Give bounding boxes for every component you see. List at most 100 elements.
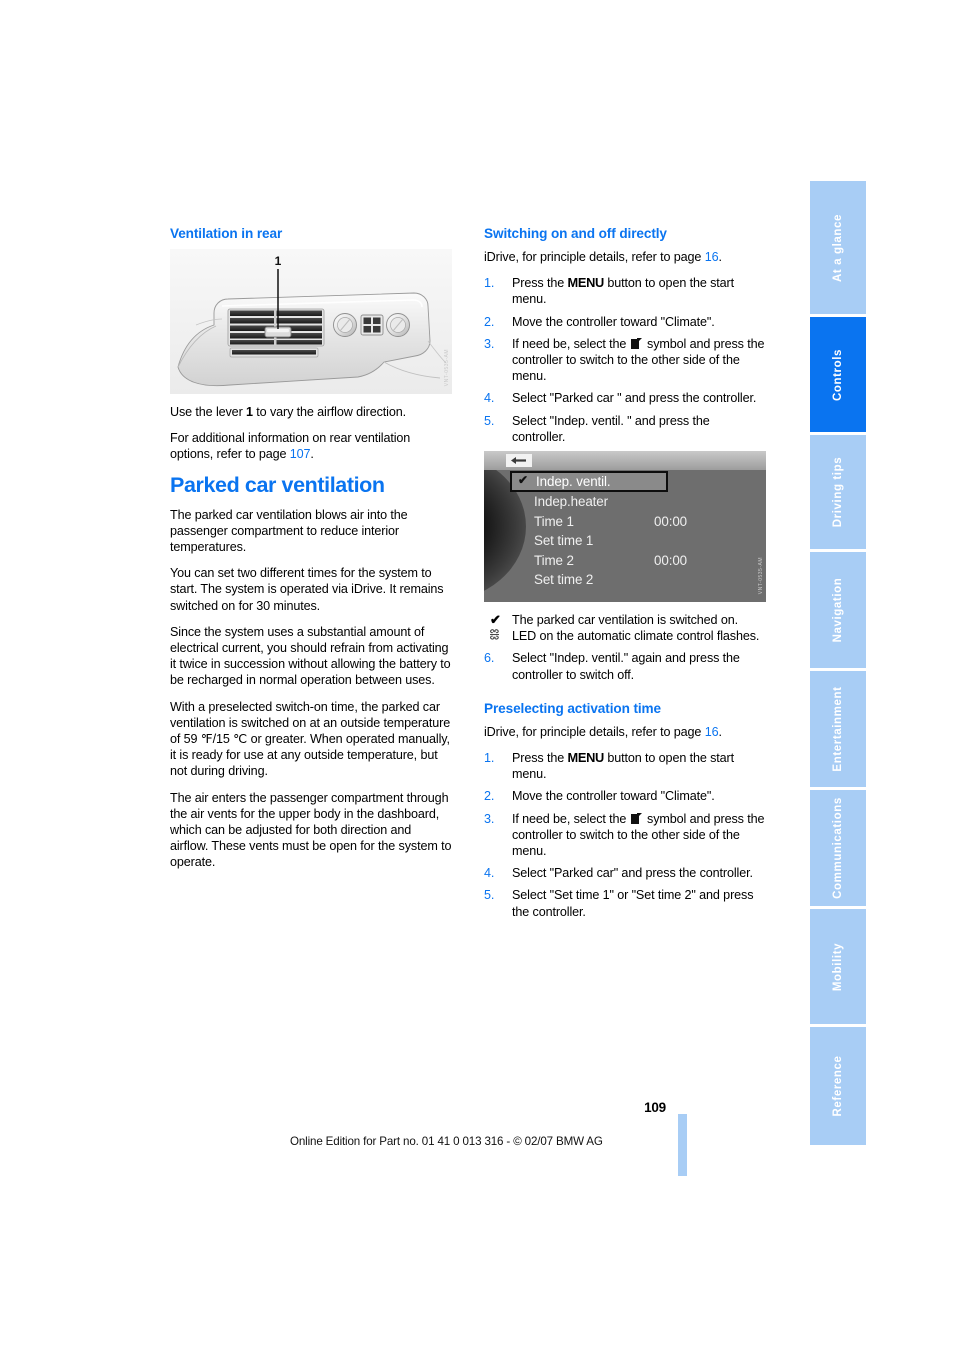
idrive-menu-item-indep-heater[interactable]: Indep.heater	[512, 492, 766, 512]
step-text: Select "Set time 1" or "Set time 2" and …	[512, 888, 754, 919]
idrive-menu-item-time-1[interactable]: Time 1 00:00	[512, 512, 766, 532]
lever-number: 1	[246, 405, 253, 419]
idrive-menu-item-time-2[interactable]: Time 2 00:00	[512, 551, 766, 571]
step-number: 5.	[484, 888, 495, 903]
step-item: 1. Press the MENU button to open the sta…	[484, 750, 766, 782]
idrive-item-label: Indep.heater	[534, 494, 608, 510]
section-tab-navigation[interactable]: Navigation	[810, 552, 866, 668]
idrive-reference-1: iDrive, for principle details, refer to …	[484, 249, 766, 265]
text-fragment: If need be, select the	[512, 336, 630, 351]
step-item: 2. Move the controller toward "Climate".	[484, 788, 766, 804]
section-tab-label: Reference	[832, 1055, 844, 1117]
left-column: Ventilation in rear 1 VNT-0535-AM Use th…	[170, 226, 452, 881]
section-tab-label: Controls	[832, 348, 844, 401]
step-text: Select "Indep. ventil. " and press the c…	[512, 413, 710, 444]
section-tab-label: At a glance	[832, 213, 844, 282]
checkmark-icon: ✔	[490, 612, 501, 628]
idrive-menu-item-indep-ventil[interactable]: ✔ Indep. ventil.	[510, 471, 668, 493]
step-item: 3. If need be, select the symbol and pre…	[484, 336, 766, 385]
svg-text:1: 1	[275, 254, 282, 268]
page-reference-16[interactable]: 16	[705, 250, 719, 264]
section-tab-reference[interactable]: Reference	[810, 1027, 866, 1145]
steps-switch-off: 6. Select "Indep. ventil." again and pre…	[484, 650, 766, 682]
checkmark-icon: ✔	[518, 473, 528, 488]
idrive-item-label: Set time 2	[534, 572, 594, 588]
text-fragment: .	[310, 447, 314, 462]
step-item: 6. Select "Indep. ventil." again and pre…	[484, 650, 766, 682]
step-number: 6.	[484, 651, 495, 666]
manual-page: At a glance Controls Driving tips Navigatio…	[0, 0, 954, 1351]
step-text: Move the controller toward "Climate".	[512, 314, 715, 329]
switch-side-symbol-icon	[630, 337, 643, 350]
figure-rear-ventilation-vent: 1 VNT-0535-AM	[170, 249, 452, 394]
text-fragment: Press the	[512, 751, 568, 766]
idrive-menu-item-set-time-2[interactable]: Set time 2	[512, 570, 766, 590]
step-item: 2. Move the controller toward "Climate".	[484, 314, 766, 330]
step-text: Move the controller toward "Climate".	[512, 789, 715, 804]
result-note-led: LED on the automatic climate control fla…	[484, 628, 766, 644]
steps-switching-on-off: 1. Press the MENU button to open the sta…	[484, 275, 766, 445]
idrive-item-label: Time 1	[534, 513, 574, 529]
result-note-checkmark: ✔ The parked car ventilation is switched…	[484, 612, 766, 628]
step-number: 4.	[484, 391, 495, 406]
text-fragment: Press the	[512, 276, 568, 291]
back-arrow-icon[interactable]	[506, 454, 532, 468]
idrive-menu-list: ✔ Indep. ventil. Indep.heater Time 1 00:…	[510, 471, 766, 590]
idrive-menu-item-set-time-1[interactable]: Set time 1	[512, 531, 766, 551]
section-tab-at-a-glance[interactable]: At a glance	[810, 181, 866, 314]
step-number: 2.	[484, 789, 495, 804]
heading-preselecting-activation-time: Preselecting activation time	[484, 700, 662, 716]
text-fragment: iDrive, for principle details, refer to …	[484, 724, 705, 739]
text-fragment: .	[718, 250, 722, 264]
step-number: 2.	[484, 314, 495, 329]
section-tab-entertainment[interactable]: Entertainment	[810, 671, 866, 787]
heading-ventilation-in-rear: Ventilation in rear	[170, 226, 283, 241]
section-tab-strip: At a glance Controls Driving tips Navigatio…	[810, 181, 866, 1148]
section-tab-mobility[interactable]: Mobility	[810, 909, 866, 1024]
page-title-parked-car-ventilation: Parked car ventilation	[170, 472, 385, 497]
section-tab-label: Entertainment	[832, 686, 844, 772]
text-fragment: If need be, select the	[512, 811, 630, 826]
result-note-text: LED on the automatic climate control fla…	[512, 629, 760, 644]
body-paragraph-2: You can set two different times for the …	[170, 566, 444, 613]
page-number: 109	[644, 1100, 666, 1115]
step-item: 3. If need be, select the symbol and pre…	[484, 811, 766, 860]
step-text: Select "Parked car " and press the contr…	[512, 391, 757, 406]
body-paragraph-4: With a preselected switch-on time, the p…	[170, 699, 451, 779]
section-tab-controls[interactable]: Controls	[810, 317, 866, 432]
text-fragment: iDrive, for principle details, refer to …	[484, 250, 705, 264]
step-text: Select "Indep. ventil." again and press …	[512, 651, 740, 682]
step-number: 3.	[484, 336, 495, 351]
section-tab-label: Driving tips	[832, 456, 844, 528]
section-tab-driving-tips[interactable]: Driving tips	[810, 435, 866, 549]
step-number: 1.	[484, 751, 495, 766]
figure-idrive-parked-car-menu: ✔ Indep. ventil. Indep.heater Time 1 00:…	[484, 451, 766, 603]
step-text: Select "Parked car" and press the contro…	[512, 866, 753, 881]
page-reference-16[interactable]: 16	[705, 725, 719, 739]
section-tab-label: Navigation	[832, 577, 844, 643]
paragraph-rear-ventilation-reference: For additional information on rear venti…	[170, 430, 452, 462]
rear-vent-illustration: 1	[170, 249, 452, 394]
right-column: Switching on and off directly iDrive, fo…	[484, 226, 766, 926]
body-paragraph-1: The parked car ventilation blows air int…	[170, 507, 408, 555]
step-item: 1. Press the MENU button to open the sta…	[484, 275, 766, 307]
section-tab-communications[interactable]: Communications	[810, 790, 866, 906]
page-reference-107[interactable]: 107	[290, 447, 311, 461]
result-note-text: The parked car ventilation is switched o…	[512, 613, 738, 628]
idrive-item-label: Indep. ventil.	[536, 474, 611, 490]
step-number: 4.	[484, 866, 495, 881]
text-fragment: .	[718, 724, 722, 739]
figure-credit: VNT-0535-AM	[444, 348, 450, 386]
text-fragment: Use the lever	[170, 405, 247, 419]
idrive-top-bar	[484, 451, 766, 471]
step-item: 4. Select "Parked car" and press the con…	[484, 865, 766, 881]
step-number: 3.	[484, 811, 495, 826]
step-item: 4. Select "Parked car " and press the co…	[484, 390, 766, 406]
idrive-item-label: Time 2	[534, 552, 574, 568]
step-item: 5. Select "Indep. ventil. " and press th…	[484, 413, 766, 445]
text-fragment: to vary the airflow direction.	[252, 405, 406, 419]
body-paragraph-5: The air enters the passenger compartment…	[170, 790, 452, 870]
step-number: 5.	[484, 413, 495, 428]
paragraph-lever-instruction: Use the lever 1 to vary the airflow dire…	[170, 404, 452, 420]
body-paragraph-3: Since the system uses a substantial amou…	[170, 624, 451, 688]
